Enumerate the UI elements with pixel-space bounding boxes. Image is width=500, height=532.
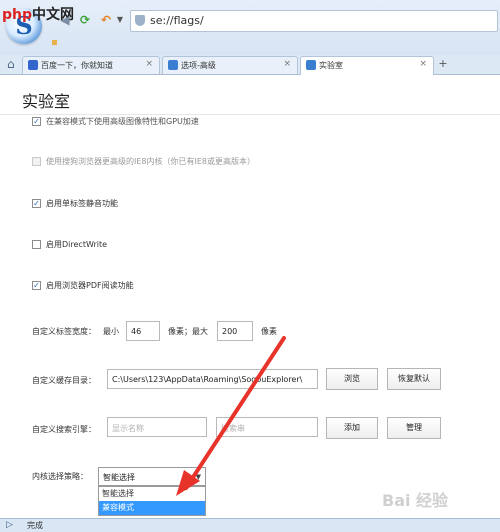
arrow-shaft [184, 336, 286, 490]
status-text: 完成 [27, 521, 43, 530]
annotation-arrow [176, 336, 286, 496]
status-icon[interactable]: ▷ [6, 520, 13, 530]
status-bar: ▷ 完成 [0, 518, 500, 532]
baidu-watermark: Bai 经验 [382, 491, 449, 510]
